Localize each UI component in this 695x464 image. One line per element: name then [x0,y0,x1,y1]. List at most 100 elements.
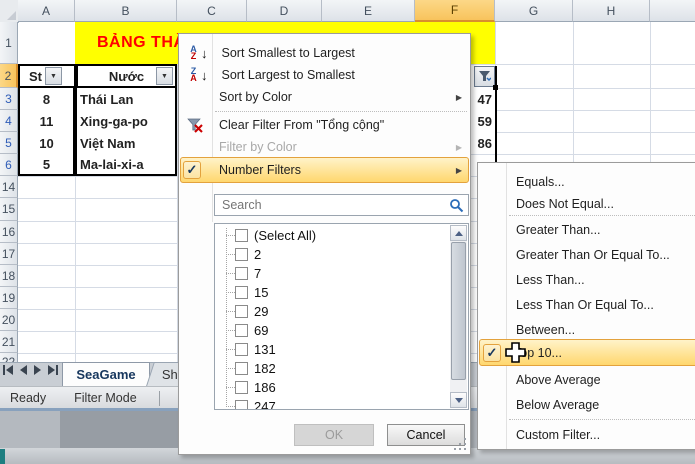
row-header-21[interactable]: 21 [0,331,18,353]
col-header-h[interactable]: H [573,0,650,22]
row-header-22-clipped[interactable]: 22 [0,353,18,362]
filter-value-option[interactable]: 247 [215,397,445,410]
row-header-16[interactable]: 16 [0,221,18,243]
background-window-block [60,411,178,448]
row-label: 15 [2,202,15,216]
filter-value-option[interactable]: 29 [215,302,445,321]
menu-item-number-filters[interactable]: ✓ Number Filters ▶ [179,159,470,181]
cell-b5[interactable]: Việt Nam [75,132,177,154]
search-icon[interactable] [449,198,464,213]
first-sheet-button[interactable] [3,365,13,375]
resize-grip[interactable] [454,439,467,451]
nuoc-filter-dropdown-button[interactable]: ▼ [156,67,173,85]
row-header-1[interactable]: 1 [0,22,18,64]
row-header-14[interactable]: 14 [0,176,18,198]
checkbox-icon[interactable] [235,381,248,394]
submenu-item-custom-filter[interactable]: Custom Filter... [478,422,695,447]
checkbox-icon[interactable] [235,267,248,280]
cell-a5[interactable]: 10 [18,132,75,154]
cell-b6[interactable]: Ma-lai-xi-a [75,154,177,176]
cell-a6[interactable]: 5 [18,154,75,176]
row-header-3[interactable]: 3 [0,88,18,110]
col-header-g[interactable]: G [495,0,573,22]
filter-value-select-all[interactable]: (Select All) [215,226,445,245]
cell-a4[interactable]: 11 [18,110,75,132]
checkbox-icon[interactable] [235,324,248,337]
prev-sheet-button[interactable] [20,365,27,375]
submenu-item-above-average[interactable]: Above Average [478,367,695,392]
row-header-6[interactable]: 6 [0,154,18,176]
row-header-17[interactable]: 17 [0,243,18,265]
col-header-f-selected[interactable]: F [415,0,495,22]
menu-item-clear-filter[interactable]: Clear Filter From "Tổng cộng" [179,114,470,136]
ok-button[interactable]: OK [294,424,374,446]
scroll-up-button[interactable] [450,225,467,241]
col-header-partial[interactable] [650,0,695,22]
checkbox-icon[interactable] [235,286,248,299]
select-all-corner[interactable] [0,0,19,23]
cell-b3[interactable]: Thái Lan [75,88,177,110]
row-header-2-selected[interactable]: 2 [0,64,18,88]
taskbar-corner [0,449,5,464]
row-header-20[interactable]: 20 [0,309,18,331]
col-header-d[interactable]: D [247,0,322,22]
filter-value-option[interactable]: 186 [215,378,445,397]
tong-cong-filter-applied-button[interactable] [474,66,495,87]
filter-value-option[interactable]: 182 [215,359,445,378]
filter-value-option[interactable]: 131 [215,340,445,359]
submenu-item-less-or-equal[interactable]: Less Than Or Equal To... [478,292,695,317]
filter-value-option[interactable]: 2 [215,245,445,264]
row-label: 16 [2,225,15,239]
checkbox-icon[interactable] [235,229,248,242]
col-header-b[interactable]: B [75,0,177,22]
col-header-c[interactable]: C [177,0,247,22]
checkbox-icon[interactable] [235,343,248,356]
row-label: 2 [5,69,12,83]
row-header-15[interactable]: 15 [0,198,18,221]
scroll-down-button[interactable] [450,392,467,408]
cell-b2-header[interactable]: Nước ▼ [76,64,177,88]
stt-filter-dropdown-button[interactable]: ▼ [45,67,62,85]
menu-item-sort-smallest[interactable]: AZ ↓ Sort Smallest to Largest [179,42,470,64]
submenu-item-greater-than[interactable]: Greater Than... [478,217,695,242]
submenu-item-top-10[interactable]: ✓ Top 10... [478,340,695,365]
menu-item-sort-largest[interactable]: ZA ↓ Sort Largest to Smallest [179,64,470,86]
row-label: 5 [5,136,12,150]
filter-value-option[interactable]: 7 [215,264,445,283]
selection-handle[interactable] [493,85,498,90]
cell-a3[interactable]: 8 [18,88,75,110]
last-sheet-button[interactable] [48,365,58,375]
checkbox-icon[interactable] [235,362,248,375]
scrollbar-thumb[interactable] [451,242,466,380]
filter-value-option[interactable]: 15 [215,283,445,302]
row-header-4[interactable]: 4 [0,110,18,132]
row-header-19[interactable]: 19 [0,287,18,309]
col-label: B [121,4,129,18]
submenu-item-below-average[interactable]: Below Average [478,392,695,417]
row-header-5[interactable]: 5 [0,132,18,154]
number-filters-submenu: Equals... Does Not Equal... Greater Than… [477,162,695,450]
checkbox-icon[interactable] [235,248,248,261]
cell-value: Thái Lan [80,92,133,107]
checkbox-icon[interactable] [235,400,248,410]
row-label: 1 [5,36,12,50]
submenu-item-less-than[interactable]: Less Than... [478,267,695,292]
menu-item-sort-by-color[interactable]: Sort by Color ▶ [179,86,470,108]
filter-value-option[interactable]: 69 [215,321,445,340]
checkbox-icon[interactable] [235,305,248,318]
submenu-item-does-not-equal[interactable]: Does Not Equal... [478,191,695,216]
submenu-item-greater-or-equal[interactable]: Greater Than Or Equal To... [478,242,695,267]
col-header-a[interactable]: A [18,0,75,22]
col-header-e[interactable]: E [322,0,415,22]
cell-b4[interactable]: Xing-ga-po [75,110,177,132]
tab-seagame[interactable]: SeaGame [62,362,150,386]
list-scrollbar[interactable] [450,225,467,408]
row-header-18[interactable]: 18 [0,265,18,287]
next-sheet-button[interactable] [34,365,41,375]
search-input[interactable] [220,197,449,213]
cell-value: 10 [39,136,53,151]
cell-value: 86 [478,136,492,151]
submenu-arrow-icon: ▶ [456,143,462,152]
menu-label: Sort Largest to Smallest [222,68,355,82]
cell-a2-header[interactable]: St ▼ [18,64,76,88]
